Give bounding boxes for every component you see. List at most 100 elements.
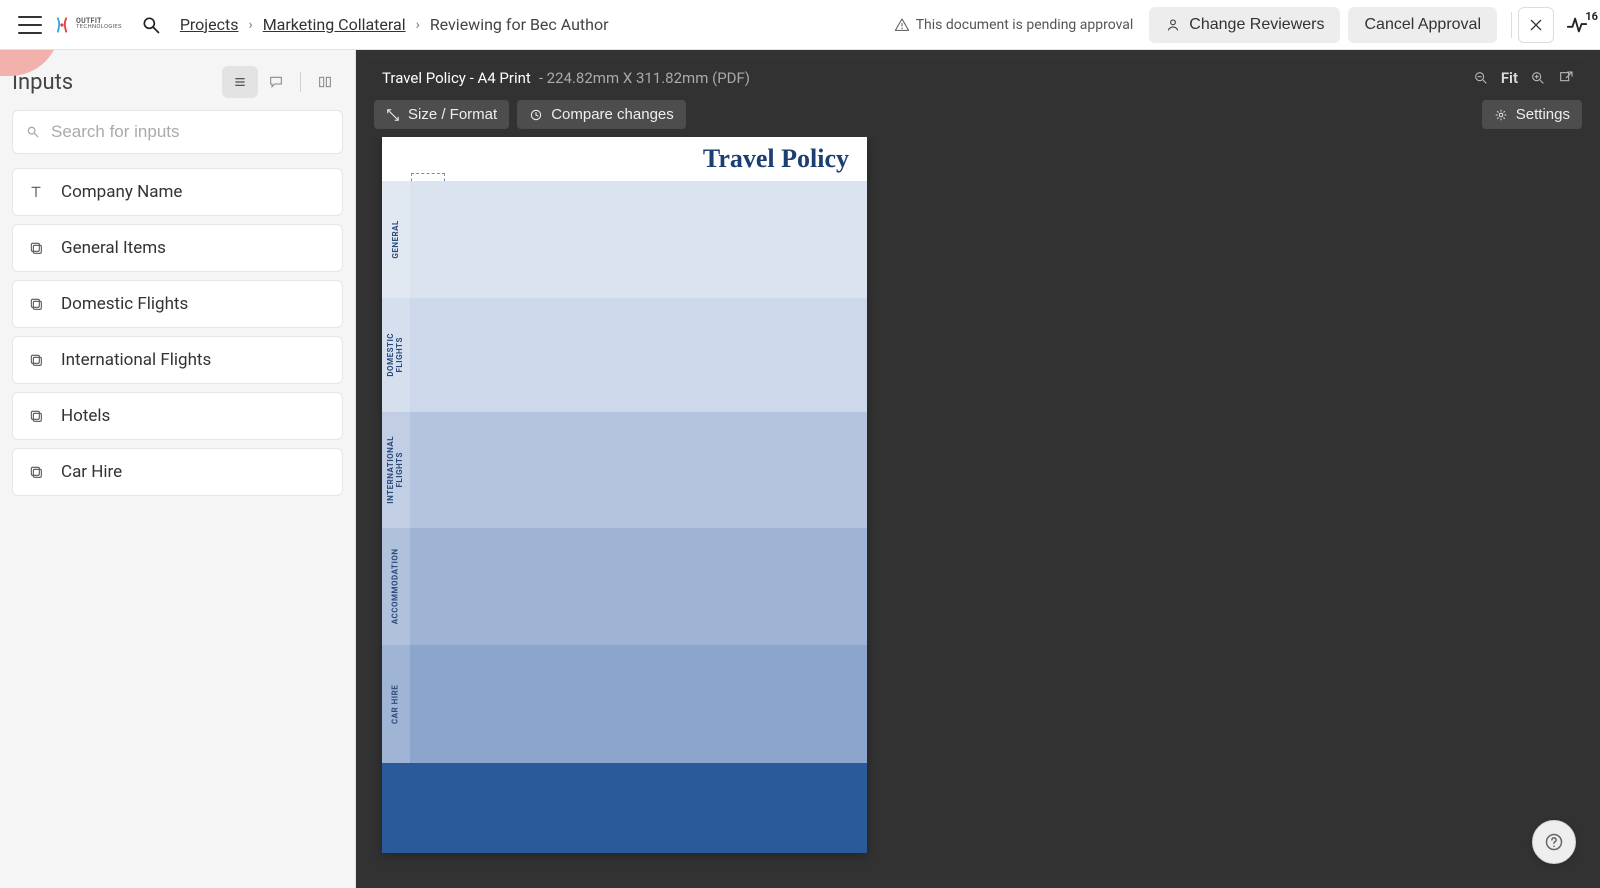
settings-label: Settings <box>1516 106 1570 123</box>
sidebar-title: Inputs <box>12 70 222 95</box>
canvas-toolbar: Size / Format Compare changes Settings <box>366 96 1590 137</box>
input-item-label: Company Name <box>61 182 182 202</box>
page-header: Travel Policy <box>382 137 867 181</box>
input-item-label: Car Hire <box>61 462 122 482</box>
section-tab-label: INTERNATIONALFLIGHTS <box>387 436 405 504</box>
input-item[interactable]: Car Hire <box>12 448 343 496</box>
input-item[interactable]: Hotels <box>12 392 343 440</box>
change-reviewers-button[interactable]: Change Reviewers <box>1149 7 1340 43</box>
open-external-button[interactable] <box>1558 70 1574 86</box>
layers-icon <box>27 351 45 369</box>
input-item-label: International Flights <box>61 350 211 370</box>
document-title: Travel Policy - A4 Print <box>382 69 531 87</box>
approval-status-text: This document is pending approval <box>916 17 1134 33</box>
divider <box>300 72 301 92</box>
help-icon <box>1544 832 1564 852</box>
sidebar-search-input[interactable] <box>51 122 330 142</box>
page-sections: GENERAL DOMESTICFLIGHTS INTERNATIONALFLIGH… <box>382 181 867 853</box>
canvas-header: Travel Policy - A4 Print - 224.82mm X 31… <box>366 60 1590 96</box>
text-icon <box>27 183 45 201</box>
sidebar-view-tabs <box>222 66 343 98</box>
breadcrumb-current: Reviewing for Bec Author <box>430 15 609 34</box>
close-button[interactable] <box>1518 7 1554 43</box>
brand-text: OUTFITTECHNOLOGIES <box>76 18 122 31</box>
inputs-sidebar: Inputs <box>0 50 356 888</box>
section-tab-label: CAR HIRE <box>392 684 401 723</box>
layers-icon <box>27 463 45 481</box>
settings-button[interactable]: Settings <box>1482 100 1582 129</box>
input-item[interactable]: International Flights <box>12 336 343 384</box>
resize-icon <box>386 108 400 122</box>
search-icon <box>25 124 41 140</box>
chevron-right-icon: › <box>248 17 252 33</box>
input-list: Company Name General Items Domestic Flight… <box>12 168 343 496</box>
layers-icon <box>27 407 45 425</box>
activity-button[interactable]: 16 <box>1566 14 1588 36</box>
zoom-controls: Fit <box>1473 69 1574 87</box>
page-footer-bar <box>382 763 867 853</box>
divider <box>1511 12 1512 38</box>
clock-icon <box>529 108 543 122</box>
input-item-label: Hotels <box>61 406 110 426</box>
menu-button[interactable] <box>18 13 42 37</box>
breadcrumb-projects[interactable]: Projects <box>180 15 239 34</box>
breadcrumb: Projects › Marketing Collateral › Review… <box>180 15 609 34</box>
section-tab: INTERNATIONALFLIGHTS <box>382 412 410 528</box>
section-tab-label: DOMESTICFLIGHTS <box>387 333 405 377</box>
layers-icon <box>27 239 45 257</box>
page-section[interactable]: DOMESTICFLIGHTS <box>382 298 867 412</box>
page-title: Travel Policy <box>703 144 849 174</box>
compare-changes-label: Compare changes <box>551 106 674 123</box>
input-item-label: General Items <box>61 238 166 258</box>
brand-icon <box>52 15 72 35</box>
zoom-out-button[interactable] <box>1473 70 1489 86</box>
main-area: Inputs <box>0 50 1600 888</box>
layers-icon <box>27 295 45 313</box>
input-item-label: Domestic Flights <box>61 294 188 314</box>
section-tab: ACCOMMODATION <box>382 528 410 645</box>
brand-logo[interactable]: OUTFITTECHNOLOGIES <box>52 15 122 35</box>
speech-bubble-icon <box>268 74 284 90</box>
topbar: OUTFITTECHNOLOGIES Projects › Marketing … <box>0 0 1600 50</box>
section-tab: DOMESTICFLIGHTS <box>382 298 410 412</box>
cancel-approval-button[interactable]: Cancel Approval <box>1348 7 1497 43</box>
input-item[interactable]: Domestic Flights <box>12 280 343 328</box>
section-tab-label: ACCOMMODATION <box>392 549 401 625</box>
chevron-right-icon: › <box>416 17 420 33</box>
columns-icon <box>317 74 333 90</box>
user-icon <box>1165 17 1181 33</box>
breadcrumb-folder[interactable]: Marketing Collateral <box>263 15 406 34</box>
canvas-area: Travel Policy - A4 Print - 224.82mm X 31… <box>356 50 1600 888</box>
close-icon <box>1528 17 1544 33</box>
warning-icon <box>894 17 910 33</box>
page-section[interactable]: GENERAL <box>382 181 867 298</box>
list-icon <box>232 74 248 90</box>
input-item[interactable]: Company Name <box>12 168 343 216</box>
sidebar-search[interactable] <box>12 110 343 154</box>
view-tab-comments[interactable] <box>258 66 294 98</box>
page-section[interactable]: ACCOMMODATION <box>382 528 867 645</box>
zoom-fit-button[interactable]: Fit <box>1501 69 1518 87</box>
compare-changes-button[interactable]: Compare changes <box>517 100 686 129</box>
view-tab-list[interactable] <box>222 66 258 98</box>
help-button[interactable] <box>1532 820 1576 864</box>
section-tab: GENERAL <box>382 181 410 298</box>
page-section[interactable]: INTERNATIONALFLIGHTS <box>382 412 867 528</box>
document-page[interactable]: Travel Policy GENERAL DOMESTICFLIGHTS INTE… <box>382 137 867 853</box>
change-reviewers-label: Change Reviewers <box>1189 16 1324 34</box>
gear-icon <box>1494 108 1508 122</box>
cancel-approval-label: Cancel Approval <box>1364 16 1481 34</box>
size-format-button[interactable]: Size / Format <box>374 100 509 129</box>
canvas-stage[interactable]: Travel Policy GENERAL DOMESTICFLIGHTS INTE… <box>366 137 1590 878</box>
zoom-in-button[interactable] <box>1530 70 1546 86</box>
approval-status: This document is pending approval <box>894 17 1134 33</box>
section-tab-label: GENERAL <box>392 220 401 258</box>
document-meta: - 224.82mm X 311.82mm (PDF) <box>539 69 750 87</box>
global-search-button[interactable] <box>140 14 162 36</box>
section-tab: CAR HIRE <box>382 645 410 763</box>
activity-count: 16 <box>1585 10 1598 23</box>
view-tab-columns[interactable] <box>307 66 343 98</box>
size-format-label: Size / Format <box>408 106 497 123</box>
page-section[interactable]: CAR HIRE <box>382 645 867 763</box>
input-item[interactable]: General Items <box>12 224 343 272</box>
